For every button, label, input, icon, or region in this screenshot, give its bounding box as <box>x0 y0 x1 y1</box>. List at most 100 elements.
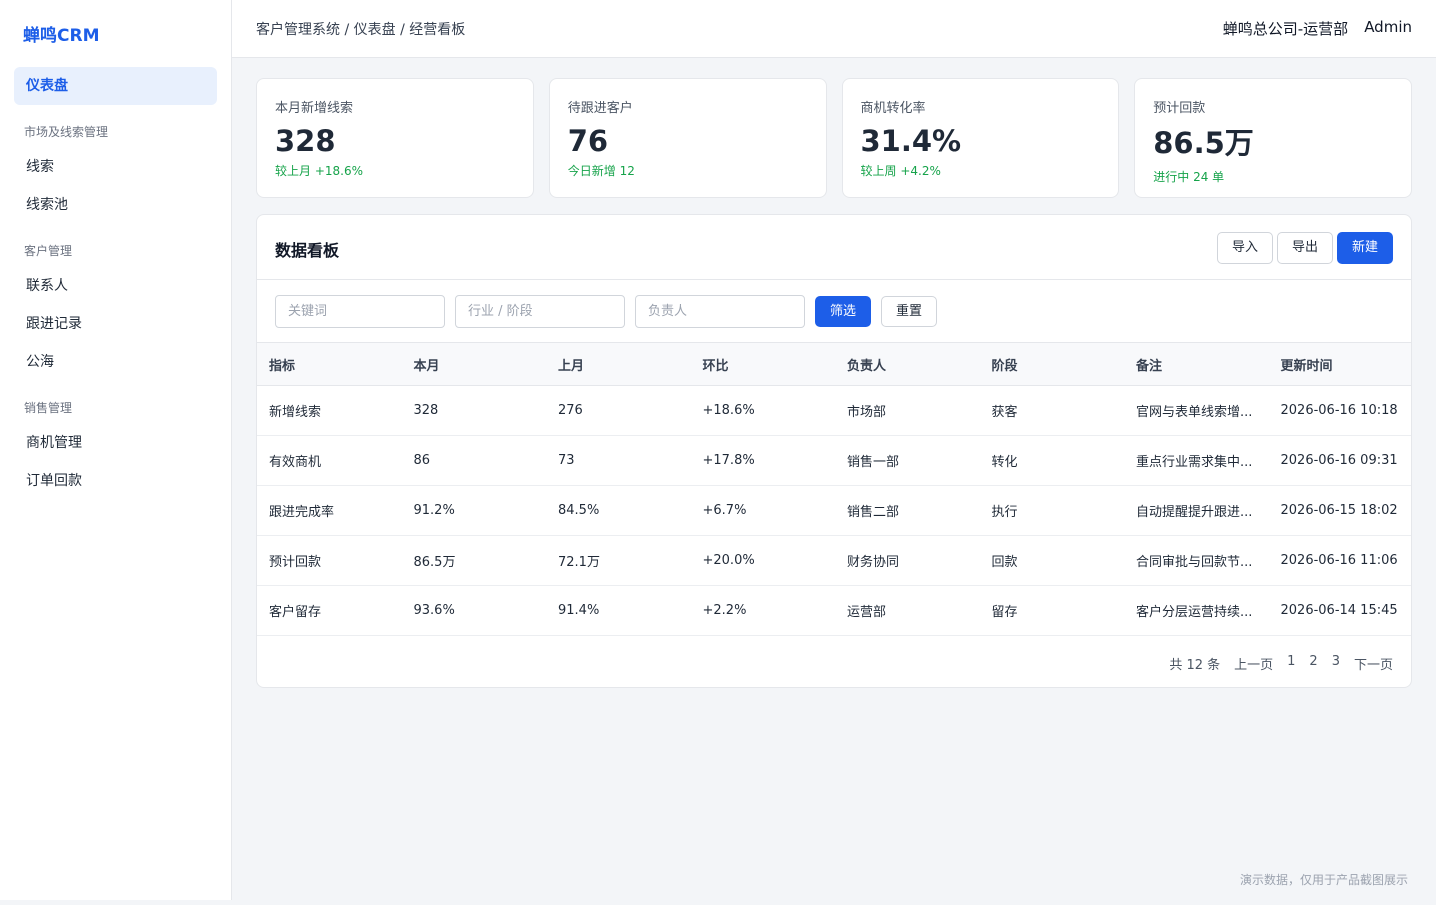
sidebar-item-contacts[interactable]: 联系人 <box>14 267 217 305</box>
sidebar-item-opportunities[interactable]: 商机管理 <box>14 424 217 462</box>
pagination: 共 12 条 上一页 1 2 3 下一页 <box>1169 654 1393 673</box>
sidebar-group-customers: 客户管理 <box>24 244 73 258</box>
stat-label: 商机转化率 <box>860 101 926 116</box>
table-cell: 自动提醒提升跟进... <box>1124 485 1269 536</box>
reset-button[interactable]: 重置 <box>881 296 938 327</box>
sidebar-item-orders[interactable]: 订单回款 <box>14 462 217 500</box>
table-cell: +18.6% <box>690 385 835 436</box>
table-cell: 86.5万 <box>401 535 546 586</box>
table-row[interactable]: 预计回款 86.5万 72.1万 +20.0% 财务协同 回款 合同审批与回款节… <box>257 535 1411 586</box>
stat-card-conversion-rate: 商机转化率 31.4% 较上周 +4.2% <box>841 78 1120 198</box>
data-board-panel: 数据看板 导入 导出 新建 筛选 重置 指标 本月 上月 环比 负责人 阶段 备… <box>256 214 1412 688</box>
stat-trend: 较上周 +4.2% <box>860 164 941 178</box>
table-cell: +2.2% <box>690 585 835 636</box>
table-cell: 2026-06-16 11:06 <box>1268 535 1411 586</box>
stat-card-new-leads: 本月新增线索 328 较上月 +18.6% <box>256 78 534 198</box>
stat-value: 76 <box>567 124 609 158</box>
sidebar-group-marketing: 市场及线索管理 <box>24 125 109 139</box>
table-cell: 销售二部 <box>835 485 980 536</box>
industry-stage-input[interactable] <box>455 295 625 328</box>
table-cell: 新增线索 <box>257 385 402 436</box>
pagination-next[interactable]: 下一页 <box>1354 654 1393 673</box>
stat-value: 328 <box>275 124 336 158</box>
table-row[interactable]: 跟进完成率 91.2% 84.5% +6.7% 销售二部 执行 自动提醒提升跟进… <box>257 485 1411 536</box>
table-row[interactable]: 客户留存 93.6% 91.4% +2.2% 运营部 留存 客户分层运营持续..… <box>257 585 1411 636</box>
panel-title: 数据看板 <box>275 241 340 260</box>
table-header-row: 指标 本月 上月 环比 负责人 阶段 备注 更新时间 <box>257 342 1411 386</box>
panel-header: 数据看板 导入 导出 新建 <box>257 215 1411 280</box>
column-header[interactable]: 指标 <box>257 342 402 386</box>
sidebar-nav: 仪表盘 市场及线索管理 线索 线索池 客户管理 联系人 跟进记录 公海 销售管理… <box>14 67 217 500</box>
column-header[interactable]: 阶段 <box>979 342 1124 386</box>
pagination-prev[interactable]: 上一页 <box>1234 654 1273 673</box>
table-cell: 财务协同 <box>835 535 980 586</box>
topbar: 客户管理系统 / 仪表盘 / 经营看板 蝉鸣总公司-运营部 Admin <box>232 0 1436 58</box>
sidebar-item-followups[interactable]: 跟进记录 <box>14 305 217 343</box>
stat-label: 本月新增线索 <box>275 101 354 116</box>
table-cell: 客户留存 <box>257 585 402 636</box>
stat-trend: 进行中 24 单 <box>1153 170 1225 184</box>
stat-label: 预计回款 <box>1153 101 1206 116</box>
breadcrumb: 客户管理系统 / 仪表盘 / 经营看板 <box>256 22 466 38</box>
table-cell: 93.6% <box>401 585 546 636</box>
table-cell: 84.5% <box>546 485 691 536</box>
table-row[interactable]: 新增线索 328 276 +18.6% 市场部 获客 官网与表单线索增... 2… <box>257 385 1411 436</box>
table-cell: 运营部 <box>835 585 980 636</box>
export-button[interactable]: 导出 <box>1276 232 1333 264</box>
table-cell: 执行 <box>979 485 1124 536</box>
table-cell: 73 <box>546 435 691 486</box>
table-cell: 有效商机 <box>257 435 402 486</box>
keyword-input[interactable] <box>275 295 445 328</box>
table-cell: 销售一部 <box>835 435 980 486</box>
table-row[interactable]: 有效商机 86 73 +17.8% 销售一部 转化 重点行业需求集中... 20… <box>257 435 1411 486</box>
table-cell: 2026-06-14 15:45 <box>1268 585 1411 636</box>
stat-value: 31.4% <box>860 124 962 158</box>
pagination-total: 共 12 条 <box>1169 658 1221 673</box>
column-header[interactable]: 环比 <box>690 342 835 386</box>
table-cell: 客户分层运营持续... <box>1124 585 1269 636</box>
sidebar-item-leads[interactable]: 线索 <box>14 148 217 186</box>
pagination-page-1[interactable]: 1 <box>1287 654 1295 673</box>
table-cell: 回款 <box>979 535 1124 586</box>
table-cell: 91.2% <box>401 485 546 536</box>
table-cell: 转化 <box>979 435 1124 486</box>
pagination-page-2[interactable]: 2 <box>1309 654 1317 673</box>
filter-bar: 筛选 重置 <box>275 295 938 328</box>
table-cell: 328 <box>401 385 546 436</box>
table-cell: 官网与表单线索增... <box>1124 385 1269 436</box>
sidebar-item-public-pool[interactable]: 公海 <box>14 343 217 381</box>
table-cell: 预计回款 <box>257 535 402 586</box>
table-cell: 2026-06-15 18:02 <box>1268 485 1411 536</box>
filter-button[interactable]: 筛选 <box>815 296 872 327</box>
topbar-user-area: 蝉鸣总公司-运营部 Admin <box>1223 18 1412 39</box>
create-button[interactable]: 新建 <box>1336 232 1393 264</box>
owner-input[interactable] <box>635 295 805 328</box>
sidebar: 蝉鸣CRM 仪表盘 市场及线索管理 线索 线索池 客户管理 联系人 跟进记录 公… <box>0 0 232 900</box>
table-cell: 86 <box>401 435 546 486</box>
stat-cards: 本月新增线索 328 较上月 +18.6% 待跟进客户 76 今日新增 12 商… <box>256 78 1412 198</box>
column-header[interactable]: 上月 <box>546 342 691 386</box>
metrics-table: 指标 本月 上月 环比 负责人 阶段 备注 更新时间 新增线索 328 276 … <box>257 342 1411 636</box>
table-cell: 91.4% <box>546 585 691 636</box>
column-header[interactable]: 负责人 <box>835 342 980 386</box>
stat-label: 待跟进客户 <box>567 101 633 116</box>
column-header[interactable]: 更新时间 <box>1268 342 1411 386</box>
table-cell: 留存 <box>979 585 1124 636</box>
table-cell: 2026-06-16 10:18 <box>1268 385 1411 436</box>
footer-note: 演示数据，仅用于产品截图展示 <box>1239 873 1408 887</box>
table-cell: 市场部 <box>835 385 980 436</box>
import-button[interactable]: 导入 <box>1216 232 1273 264</box>
table-cell: 合同审批与回款节... <box>1124 535 1269 586</box>
stat-card-expected-payment: 预计回款 86.5万 进行中 24 单 <box>1134 78 1412 198</box>
sidebar-item-lead-pool[interactable]: 线索池 <box>14 186 217 224</box>
table-cell: 72.1万 <box>546 535 691 586</box>
table-cell: 276 <box>546 385 691 436</box>
table-cell: 获客 <box>979 385 1124 436</box>
org-selector[interactable]: 蝉鸣总公司-运营部 <box>1223 18 1348 39</box>
sidebar-item-dashboard[interactable]: 仪表盘 <box>14 67 217 105</box>
column-header[interactable]: 备注 <box>1124 342 1269 386</box>
app-logo[interactable]: 蝉鸣CRM <box>23 21 99 46</box>
column-header[interactable]: 本月 <box>401 342 546 386</box>
user-menu[interactable]: Admin <box>1364 18 1412 39</box>
pagination-page-3[interactable]: 3 <box>1332 654 1340 673</box>
